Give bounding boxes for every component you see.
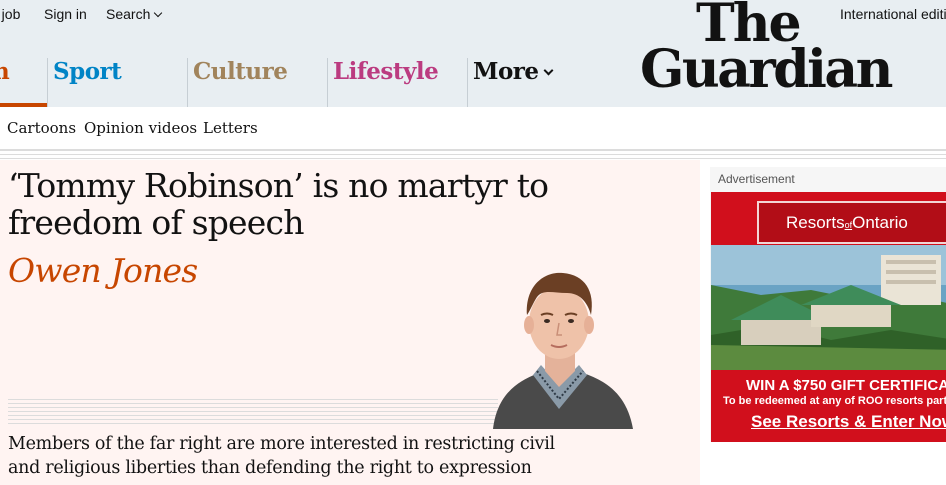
advertisement-slot: Advertisement ResortsofOntario WIN A $75… bbox=[710, 167, 946, 442]
ad-subtext: To be redeemed at any of ROO resorts par… bbox=[723, 395, 946, 407]
article-standfirst: Members of the far right are more intere… bbox=[8, 434, 555, 478]
sign-in-link[interactable]: Sign in bbox=[44, 6, 87, 22]
ad-headline: WIN A $750 GIFT CERTIFICATE bbox=[746, 377, 946, 394]
article-header: ‘Tommy Robinson’ is no martyr to freedom… bbox=[0, 160, 700, 485]
pillar-culture[interactable]: Culture bbox=[187, 58, 328, 107]
chevron-down-icon bbox=[154, 8, 163, 18]
pillar-lifestyle[interactable]: Lifestyle bbox=[327, 58, 468, 107]
ad-brand-logo: ResortsofOntario bbox=[757, 201, 946, 244]
advertisement-label: Advertisement bbox=[718, 172, 795, 186]
pillar-opinion[interactable]: n bbox=[0, 58, 47, 107]
resort-photo bbox=[711, 245, 946, 370]
subnav-opinion-videos[interactable]: Opinion videos bbox=[84, 119, 197, 137]
resorts-of-ontario-ad[interactable]: ResortsofOntario WIN A $750 GIFT CERTIFI… bbox=[711, 192, 946, 442]
ad-cta-link[interactable]: See Resorts & Enter Now bbox=[751, 412, 946, 432]
pillar-more[interactable]: More bbox=[467, 58, 587, 107]
ad-brand-part1: Resorts bbox=[786, 213, 845, 232]
search-menu[interactable]: Search bbox=[106, 6, 163, 22]
search-label: Search bbox=[106, 6, 151, 22]
pillar-sport[interactable]: Sport bbox=[47, 58, 188, 107]
jobs-link[interactable]: a job bbox=[0, 6, 20, 22]
logo-guardian: Guardian bbox=[640, 39, 893, 100]
author-byline[interactable]: Owen Jones bbox=[8, 251, 198, 290]
chevron-down-icon bbox=[543, 65, 554, 76]
opinion-subnav: Cartoons Opinion videos Letters bbox=[0, 107, 946, 150]
subnav-letters[interactable]: Letters bbox=[203, 119, 258, 137]
ad-brand-of: of bbox=[844, 220, 853, 230]
edition-picker[interactable]: International edition bbox=[840, 6, 946, 22]
site-header: a job Sign in Search International editi… bbox=[0, 0, 946, 107]
byline-divider bbox=[8, 399, 498, 427]
author-portrait bbox=[493, 272, 633, 429]
pillar-more-label: More bbox=[473, 58, 539, 85]
article-headline: ‘Tommy Robinson’ is no martyr to freedom… bbox=[8, 166, 549, 242]
section-divider bbox=[0, 150, 946, 160]
subnav-cartoons[interactable]: Cartoons bbox=[7, 119, 76, 137]
ad-brand-part2: Ontario bbox=[852, 213, 908, 232]
